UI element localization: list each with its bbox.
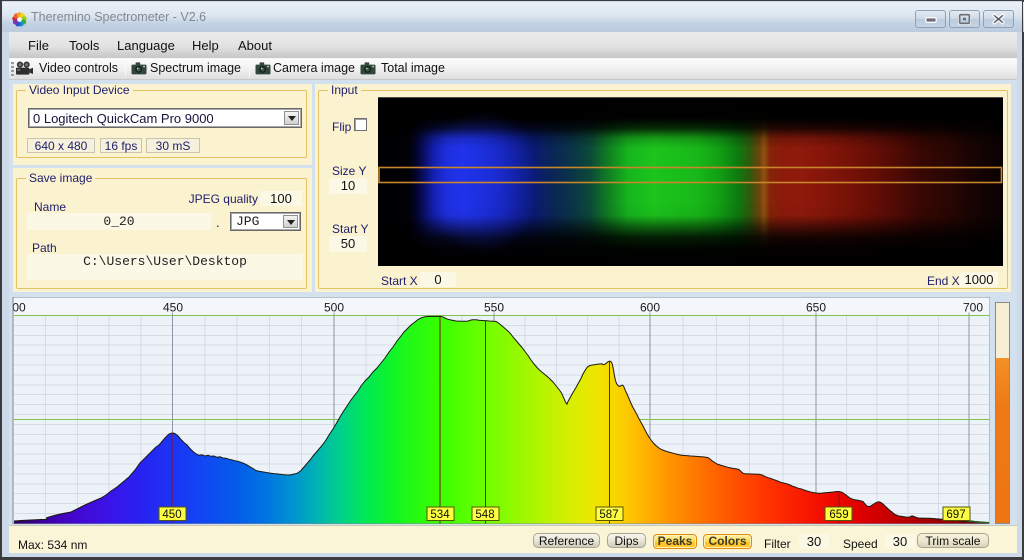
svg-text:450: 450 [163,301,183,315]
svg-text:00: 00 [12,301,26,315]
svg-text:534: 534 [430,509,450,521]
svg-text:587: 587 [599,509,618,521]
svg-text:659: 659 [829,509,848,521]
svg-text:650: 650 [806,301,826,315]
svg-text:450: 450 [162,509,181,521]
svg-text:550: 550 [484,301,504,315]
svg-text:548: 548 [475,509,494,521]
svg-text:600: 600 [640,301,660,315]
svg-text:697: 697 [946,509,965,521]
svg-text:500: 500 [324,301,344,315]
svg-text:700: 700 [963,301,983,315]
